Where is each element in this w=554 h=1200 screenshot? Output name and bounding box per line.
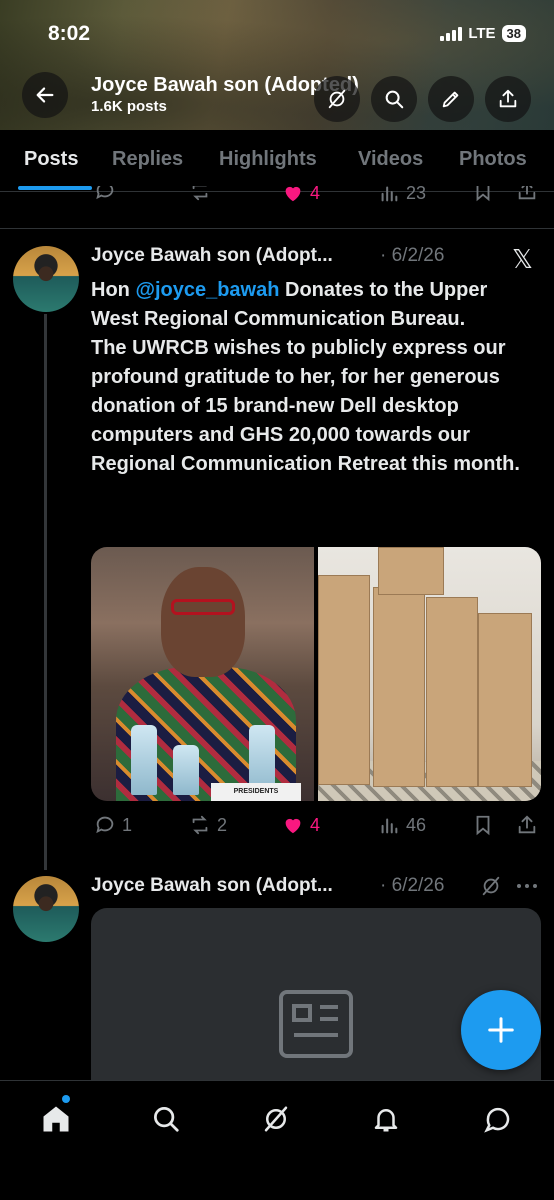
mention-link[interactable]: @joyce_bawah	[135, 279, 279, 301]
status-indicators: LTE 38	[440, 25, 526, 42]
upload-icon	[499, 89, 517, 108]
box-top	[378, 547, 444, 595]
reply-button[interactable]	[94, 186, 116, 202]
profile-tabs: Posts Replies Highlights Videos Photos	[0, 130, 554, 192]
nav-search[interactable]	[148, 1101, 184, 1137]
post-date[interactable]: · 6/2/26	[380, 245, 444, 267]
repost-icon	[192, 186, 208, 201]
bookmark-button[interactable]	[472, 186, 494, 202]
post-divider	[0, 228, 554, 229]
nav-notifications[interactable]	[368, 1101, 404, 1137]
status-time: 8:02	[48, 22, 91, 45]
signal-icon	[440, 26, 463, 41]
post-text-body: The UWRCB wishes to publicly express our…	[91, 337, 520, 475]
nav-home[interactable]	[38, 1101, 74, 1137]
post-date[interactable]: · 6/2/26	[380, 875, 444, 897]
battery-icon: 38	[501, 25, 526, 42]
bookmark-icon	[476, 186, 490, 202]
repost-button[interactable]: 2	[189, 814, 227, 836]
share-post-button[interactable]	[516, 186, 538, 202]
post-author-name[interactable]: Joyce Bawah son (Adopt...	[91, 875, 333, 897]
grok-icon	[328, 89, 346, 109]
photo-computer-boxes[interactable]	[318, 547, 541, 801]
reply-icon	[96, 186, 114, 200]
more-icon[interactable]	[514, 876, 540, 896]
bottom-navigation	[0, 1080, 554, 1200]
reply-icon	[96, 816, 114, 834]
repost-button[interactable]	[189, 186, 211, 202]
nav-messages[interactable]	[480, 1101, 516, 1137]
box-stack	[426, 597, 478, 787]
profile-header-bar: Joyce Bawah son (Adopted) 1.6K posts	[0, 72, 554, 126]
home-icon	[43, 1106, 69, 1132]
thread-line	[44, 314, 47, 870]
grok-icon	[264, 1106, 288, 1132]
avatar[interactable]	[13, 876, 79, 942]
upload-icon	[518, 815, 536, 834]
heart-filled-icon	[285, 818, 301, 834]
heart-filled-icon	[285, 186, 301, 202]
plus-icon	[488, 1017, 514, 1043]
search-icon	[154, 1107, 179, 1132]
bell-icon	[374, 1109, 398, 1132]
message-icon	[484, 1107, 510, 1133]
avatar[interactable]	[13, 246, 79, 312]
network-label: LTE	[468, 25, 496, 42]
bookmark-icon	[476, 815, 490, 836]
repost-icon	[192, 815, 208, 835]
tab-replies[interactable]: Replies	[112, 148, 183, 171]
box-stack	[373, 587, 425, 787]
tab-photos[interactable]: Photos	[459, 148, 527, 171]
like-count: 4	[310, 814, 321, 835]
view-count: 23	[406, 186, 427, 203]
edit-button[interactable]	[428, 76, 474, 122]
back-button[interactable]	[22, 72, 68, 118]
upload-icon	[518, 186, 536, 200]
name-placard: PRESIDENTS	[211, 783, 301, 801]
views-icon	[381, 818, 398, 834]
water-bottle	[173, 745, 199, 795]
repost-count: 2	[217, 814, 228, 835]
view-count: 46	[406, 814, 427, 835]
like-button[interactable]: 4	[282, 814, 320, 836]
compose-post-button[interactable]	[461, 990, 541, 1070]
reply-button[interactable]: 1	[94, 814, 132, 836]
grok-icon[interactable]	[480, 875, 502, 897]
x-logo-icon: 𝕏	[512, 244, 533, 274]
like-button[interactable]: 4	[282, 186, 320, 204]
tab-highlights[interactable]: Highlights	[219, 148, 317, 171]
views-icon	[381, 186, 398, 202]
arrow-left-icon	[36, 87, 54, 103]
pencil-icon	[442, 91, 459, 108]
box-stack	[478, 613, 532, 787]
article-icon	[279, 990, 353, 1058]
search-button[interactable]	[371, 76, 417, 122]
post-actions: 1 2 4 46	[0, 812, 554, 842]
views-button[interactable]: 23	[378, 186, 426, 204]
like-count: 4	[310, 186, 321, 203]
post-text: Hon @joyce_bawah Donates to the Upper We…	[91, 276, 539, 479]
box-stack	[318, 575, 370, 785]
water-bottle	[131, 725, 157, 795]
nav-grok[interactable]	[258, 1101, 294, 1137]
tab-posts[interactable]: Posts	[24, 148, 78, 171]
share-button[interactable]	[485, 76, 531, 122]
share-post-button[interactable]	[516, 814, 538, 836]
post-text-prefix: Hon	[91, 279, 136, 301]
face	[161, 567, 245, 677]
tab-videos[interactable]: Videos	[358, 148, 423, 171]
views-button[interactable]: 46	[378, 814, 426, 836]
post-media: PRESIDENTS	[91, 547, 541, 801]
post-count: 1.6K posts	[91, 98, 167, 115]
status-bar: 8:02 LTE 38	[0, 0, 554, 64]
previous-post-actions: 4 23	[0, 186, 554, 212]
search-icon	[385, 90, 404, 109]
bookmark-button[interactable]	[472, 814, 494, 836]
photo-woman-at-event[interactable]: PRESIDENTS	[91, 547, 314, 801]
post-author-name[interactable]: Joyce Bawah son (Adopt...	[91, 245, 333, 267]
grok-button[interactable]	[314, 76, 360, 122]
reply-count: 1	[122, 814, 133, 835]
notification-dot	[62, 1095, 70, 1103]
glasses	[171, 599, 235, 615]
